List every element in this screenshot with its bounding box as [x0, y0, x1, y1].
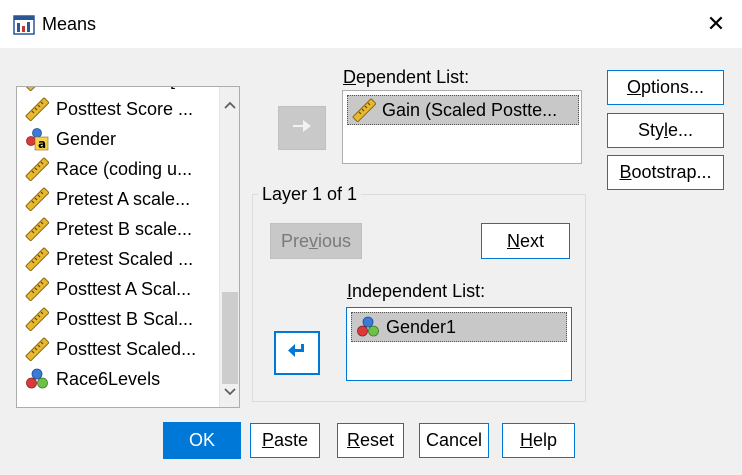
- move-from-independent-button[interactable]: [274, 331, 320, 375]
- source-list-item-label: Pretest Scaled ...: [56, 248, 194, 269]
- previous-button[interactable]: Pre v ious: [270, 223, 362, 259]
- scale-ruler-icon: [25, 86, 49, 91]
- nominal-icon: [25, 367, 49, 391]
- options-button[interactable]: Options...: [607, 70, 724, 105]
- bootstrap-button[interactable]: Bootstrap...: [607, 155, 724, 190]
- source-list-item[interactable]: Posttest B Scal...: [17, 304, 217, 334]
- svg-text:a: a: [38, 137, 46, 151]
- source-list-item-label: Pretest A scale...: [56, 188, 191, 209]
- reset-button[interactable]: Reset: [337, 423, 404, 458]
- source-list-item[interactable]: Posttest Scaled...: [17, 334, 217, 364]
- scrollbar-thumb[interactable]: [222, 292, 238, 384]
- close-icon[interactable]: ✕: [700, 9, 732, 39]
- source-list-item-label: Race (coding u...: [56, 158, 193, 179]
- dependent-list-item[interactable]: Gain (Scaled Postte...: [347, 95, 579, 125]
- scale-ruler-icon: [25, 187, 49, 211]
- source-list-item[interactable]: a Gender: [17, 124, 217, 154]
- scale-ruler-icon: [25, 277, 49, 301]
- source-list-item-label: Pretest B scale...: [56, 218, 193, 239]
- window-title: Means: [42, 14, 97, 34]
- source-list-item-label: Posttest A Scal...: [56, 278, 192, 299]
- source-list-item-label: Posttest Scaled...: [56, 338, 197, 359]
- next-button[interactable]: Next: [481, 223, 570, 259]
- nominal-string-icon: a: [26, 128, 49, 151]
- source-list-item-label: Pretest Score [...: [56, 87, 190, 90]
- style-button[interactable]: Sty l e...: [607, 113, 724, 148]
- source-list-item[interactable]: Posttest A Scal...: [17, 274, 217, 304]
- source-list-item[interactable]: Pretest A scale...: [17, 184, 217, 214]
- dependent-list-label: Dependent List:: [343, 67, 470, 87]
- source-list-item[interactable]: Pretest Scaled ...: [17, 244, 217, 274]
- move-right-arrow-icon: [291, 117, 313, 140]
- scale-ruler-icon: [25, 337, 49, 361]
- nominal-icon: [356, 315, 380, 339]
- source-list-item[interactable]: Pretest Score [...: [17, 86, 217, 94]
- scale-ruler-icon: [25, 247, 49, 271]
- source-variable-list[interactable]: Pretest Score [... Posttest Score ... a Gen…: [16, 86, 240, 408]
- move-left-arrow-icon: [286, 342, 308, 365]
- cancel-button[interactable]: Cancel: [419, 423, 489, 458]
- scale-ruler-icon: [25, 157, 49, 181]
- scale-ruler-icon: [25, 217, 49, 241]
- scroll-down-icon[interactable]: [224, 380, 236, 401]
- ok-button[interactable]: OK: [163, 422, 241, 459]
- scroll-up-icon[interactable]: [224, 93, 236, 114]
- source-list-item-label: Posttest Score ...: [56, 98, 194, 119]
- independent-list-box[interactable]: Gender1: [346, 307, 572, 381]
- source-list-item-label: Race6Levels: [56, 368, 161, 389]
- scale-ruler-icon: [25, 307, 49, 331]
- source-list-scrollbar[interactable]: [219, 87, 239, 407]
- source-list-item[interactable]: Race6Levels: [17, 364, 217, 394]
- help-button[interactable]: Help: [502, 423, 575, 458]
- source-list-item[interactable]: Race (coding u...: [17, 154, 217, 184]
- independent-list-label: Independent List:: [347, 281, 486, 301]
- source-list-item[interactable]: Posttest Score ...: [17, 94, 217, 124]
- source-list-item-label: Gender: [56, 128, 117, 149]
- source-list-item-label: Posttest B Scal...: [56, 308, 194, 329]
- spss-app-icon: [12, 13, 36, 37]
- paste-button[interactable]: Paste: [250, 423, 320, 458]
- title-bar: Means ✕: [0, 0, 742, 48]
- dependent-list-box[interactable]: Gain (Scaled Postte...: [342, 90, 582, 164]
- independent-list-item[interactable]: Gender1: [351, 312, 567, 342]
- move-to-dependent-button[interactable]: [278, 106, 326, 150]
- source-list-item[interactable]: Pretest B scale...: [17, 214, 217, 244]
- layer-title: Layer 1 of 1: [258, 184, 362, 205]
- scale-ruler-icon: [25, 97, 49, 121]
- scale-ruler-icon: [352, 98, 376, 122]
